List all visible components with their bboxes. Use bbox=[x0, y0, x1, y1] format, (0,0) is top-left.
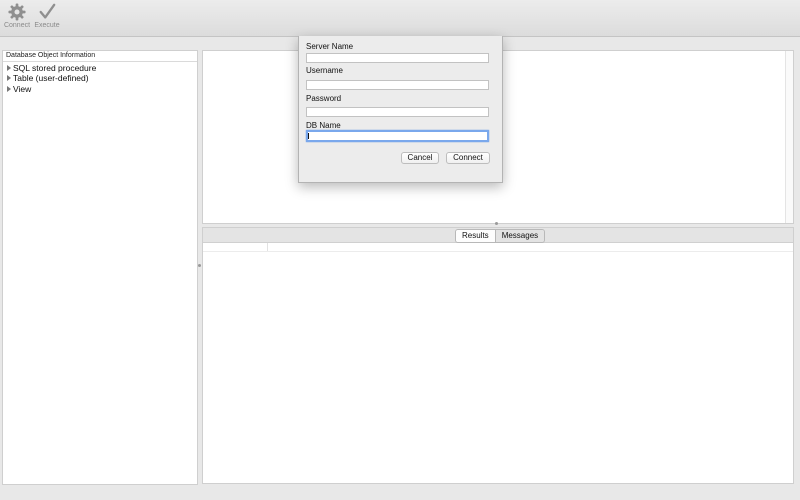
tree-item-label: SQL stored procedure bbox=[13, 62, 97, 73]
results-panel: Results Messages bbox=[202, 227, 794, 484]
status-bar bbox=[0, 485, 800, 500]
results-grid-header bbox=[203, 243, 793, 252]
results-tab-group: Results Messages bbox=[455, 229, 546, 243]
database-object-panel: Database Object Information SQL stored p… bbox=[2, 50, 198, 485]
disclosure-triangle-icon[interactable] bbox=[7, 75, 11, 81]
editor-scrollbar[interactable] bbox=[785, 51, 793, 223]
db-name-field[interactable] bbox=[306, 130, 489, 142]
tree-item-view[interactable]: View bbox=[3, 84, 197, 94]
tab-messages[interactable]: Messages bbox=[494, 230, 545, 242]
tree-item-label: View bbox=[13, 83, 32, 94]
toolbar: Connect Execute bbox=[0, 0, 800, 37]
password-label: Password bbox=[306, 94, 342, 103]
password-field[interactable] bbox=[306, 107, 489, 117]
text-caret bbox=[308, 133, 309, 139]
connect-toolbar-label: Connect bbox=[3, 22, 31, 29]
column-divider[interactable] bbox=[267, 243, 268, 251]
db-name-label: DB Name bbox=[306, 121, 341, 130]
cancel-button[interactable]: Cancel bbox=[401, 152, 439, 164]
tree-item-table-user-defined[interactable]: Table (user-defined) bbox=[3, 73, 197, 83]
connect-toolbar-button[interactable]: Connect bbox=[2, 3, 32, 35]
execute-toolbar-button[interactable]: Execute bbox=[32, 3, 62, 35]
checkmark-icon bbox=[39, 3, 56, 19]
database-object-header: Database Object Information bbox=[3, 51, 197, 62]
username-label: Username bbox=[306, 66, 343, 75]
tree-item-sql-stored-procedure[interactable]: SQL stored procedure bbox=[3, 63, 197, 73]
disclosure-triangle-icon[interactable] bbox=[7, 64, 11, 71]
gear-icon bbox=[8, 3, 26, 21]
splitter-handle-icon[interactable] bbox=[198, 264, 201, 267]
server-name-label: Server Name bbox=[306, 42, 354, 51]
execute-toolbar-label: Execute bbox=[34, 22, 60, 29]
results-tabbar: Results Messages bbox=[203, 228, 793, 243]
username-field[interactable] bbox=[306, 80, 489, 90]
connect-dialog: Server Name Username Password DB Name Ca… bbox=[298, 36, 503, 183]
disclosure-triangle-icon[interactable] bbox=[7, 85, 11, 92]
connect-button[interactable]: Connect bbox=[446, 152, 490, 164]
server-name-field[interactable] bbox=[306, 53, 489, 63]
splitter-handle-icon[interactable] bbox=[495, 222, 498, 225]
tab-results[interactable]: Results bbox=[456, 230, 495, 242]
tree-item-label: Table (user-defined) bbox=[13, 73, 89, 83]
